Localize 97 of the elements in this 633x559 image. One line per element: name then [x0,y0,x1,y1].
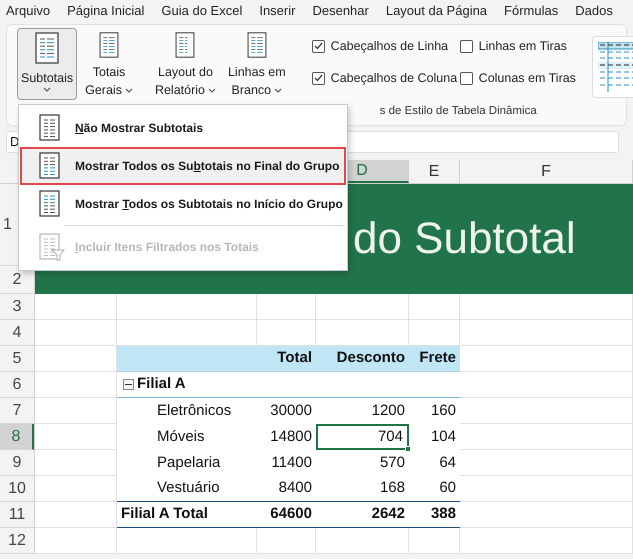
column-heading[interactable]: F [460,160,633,183]
empty-cell[interactable] [316,294,409,320]
table-cell-text: 14800 [270,426,312,447]
column-heading[interactable]: E [409,160,460,183]
empty-cell[interactable] [257,294,316,320]
caret-icon [274,88,282,92]
menu-item[interactable]: Mostrar Todos os Subtotais no Final do Grupo [20,147,346,185]
table-cell-text: 570 [380,452,405,473]
menu-tab[interactable]: Arquivo [6,1,50,21]
checkbox-label: Linhas em Tiras [478,38,567,55]
empty-cell[interactable] [460,320,633,346]
caret-icon [124,88,133,92]
row-label: Vestuário [157,478,220,498]
checkbox[interactable] [312,40,325,52]
row-label: Eletrônicos [157,400,232,421]
empty-cell[interactable] [409,528,460,554]
empty-cell[interactable] [460,450,633,476]
row-heading[interactable]: 4 [0,320,34,346]
menu-tab[interactable]: Página Inicial [67,1,144,21]
table-cell-text: 60 [439,478,456,498]
checkbox-label: Cabeçalhos de Linha [330,38,448,55]
ribbon-button[interactable]: Layout do Relatório [150,28,220,100]
empty-cell[interactable] [117,528,257,554]
empty-cell[interactable] [35,294,117,320]
row-heading[interactable]: 6 [0,372,34,398]
row-heading[interactable]: 5 [0,346,34,372]
empty-cell[interactable] [460,528,633,554]
total-label: Filial A Total [121,504,208,524]
empty-cell[interactable] [35,320,117,346]
collapse-icon[interactable] [123,379,134,390]
sheet-title: do Subtotal [353,213,576,265]
menu-tab[interactable]: Desenhar [312,1,369,21]
empty-cell[interactable] [316,528,409,554]
row-heading[interactable]: 9 [0,450,34,476]
checkbox[interactable] [460,40,473,52]
table-cell-text: 168 [380,478,405,498]
total-cell-text: 388 [430,504,456,524]
empty-cell[interactable] [35,476,117,502]
menu-tab[interactable]: Dados [575,1,613,21]
empty-cell[interactable] [35,450,117,476]
empty-cell[interactable] [460,424,633,450]
checkbox-label: Colunas em Tiras [478,70,576,87]
menu-tab[interactable]: Layout da Página [386,1,488,21]
empty-cell[interactable] [117,294,257,320]
checkbox-label: Cabeçalhos de Coluna [330,70,458,87]
row-heading[interactable]: 10 [0,476,34,502]
empty-cell[interactable] [257,528,316,554]
empty-cell[interactable] [460,398,633,424]
empty-cell[interactable] [35,528,117,554]
column-header: Frete [419,348,456,368]
column-header: Total [277,348,312,368]
menu-item[interactable]: Não Mostrar Subtotais [20,109,346,147]
ribbon-button[interactable]: Totais Gerais [81,28,137,100]
empty-cell[interactable] [35,502,117,528]
document-lines-icon [97,32,122,58]
table-cell-text: 64 [439,452,456,473]
row-heading[interactable]: 11 [0,502,34,528]
row-heading[interactable]: 3 [0,294,34,320]
checkmark-icon [314,74,323,82]
empty-cell[interactable] [460,294,633,320]
column-header: Desconto [336,348,405,368]
ribbon-button[interactable]: Linhas em Branco [224,28,290,100]
empty-cell[interactable] [460,476,633,502]
table-cell-text: 160 [430,400,456,421]
table-cell-text: 8400 [278,478,312,498]
document-lines-icon [173,32,198,58]
menu-tab[interactable]: Inserir [259,1,296,21]
table-cell-text: 104 [430,426,456,447]
table-cell-text: 30000 [270,400,312,421]
menu-tab[interactable]: Guia do Excel [161,1,242,21]
empty-cell[interactable] [409,294,460,320]
document-filter-icon [39,233,65,261]
checkbox[interactable] [460,72,473,84]
row-heading[interactable]: 12 [0,528,34,554]
table-cell-text: 704 [378,426,403,447]
group-label: Filial A [137,374,186,394]
ribbon-button[interactable]: Subtotais [17,28,78,100]
caret-icon [43,87,52,92]
caret-icon [208,88,216,92]
row-label: Papelaria [157,452,220,473]
checkmark-icon [314,42,323,50]
empty-cell[interactable] [460,502,633,528]
empty-cell[interactable] [460,372,633,398]
document-lines-icon [35,32,60,64]
document-lines-icon [244,32,269,58]
checkbox[interactable] [312,72,325,84]
row-label: Móveis [157,426,205,447]
table-cell-text: 11400 [271,452,312,473]
empty-cell[interactable] [35,372,117,398]
total-cell-text: 64600 [270,504,312,524]
empty-cell[interactable] [35,398,117,424]
row-heading[interactable]: 8 [0,424,34,450]
total-cell-text: 2642 [372,504,405,524]
table-cell-text: 1200 [372,400,405,421]
selected-cell[interactable]: 704 [316,424,409,450]
menu-tab[interactable]: Fórmulas [504,1,558,21]
group-label: s de Estilo de Tabela Dinâmica [380,104,538,119]
